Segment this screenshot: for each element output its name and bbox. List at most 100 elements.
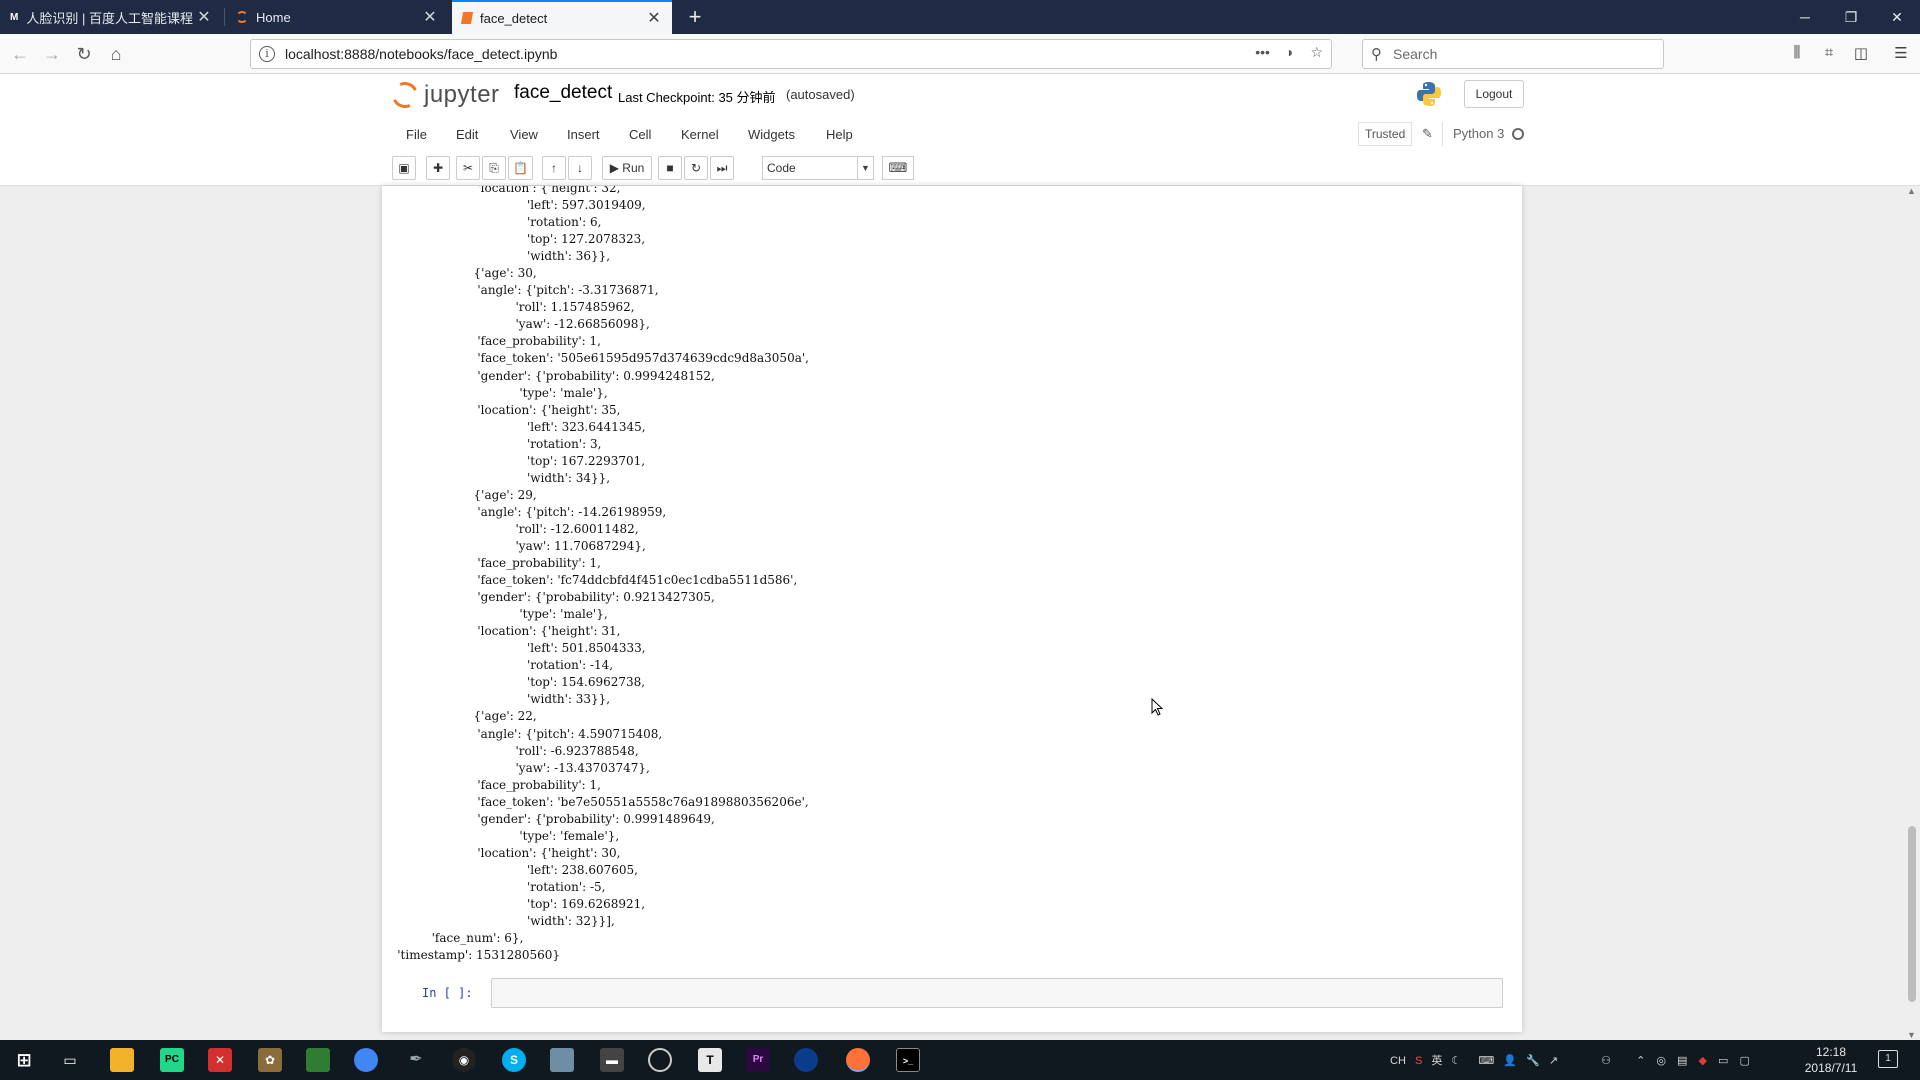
notepad-icon[interactable] (306, 1048, 330, 1072)
network-icon[interactable]: ▢ (1739, 1055, 1749, 1067)
copy-icon[interactable]: ⎘ (482, 156, 506, 180)
new-tab-button[interactable]: + (680, 2, 710, 32)
menu-kernel[interactable]: Kernel (681, 127, 719, 142)
output-line: 'roll': -12.60011482, (382, 521, 639, 536)
cell-type-value: Code (767, 161, 796, 175)
menu-icon[interactable]: ☰ (1890, 44, 1912, 66)
reload-icon[interactable]: ↻ (70, 40, 98, 68)
notebook-name[interactable]: face_detect (514, 82, 612, 104)
sublime-icon[interactable] (550, 1048, 574, 1072)
run-button[interactable]: ▶ Run (602, 156, 652, 180)
move-up-icon[interactable]: ↑ (542, 156, 566, 180)
restart-icon[interactable]: ↻ (684, 156, 708, 180)
jupyter-logo-icon (388, 78, 422, 112)
home-icon[interactable]: ⌂ (102, 40, 130, 68)
pycharm-icon[interactable]: PC (160, 1048, 184, 1072)
forward-icon[interactable]: → (38, 40, 66, 68)
qq-icon[interactable]: ◉ (452, 1048, 476, 1072)
url-text[interactable]: localhost:8888/notebooks/face_detect.ipy… (285, 46, 557, 62)
keyboard-tray-icon[interactable]: ⌨ (1478, 1055, 1494, 1067)
pen-icon[interactable]: ✒ (404, 1048, 428, 1072)
typora-icon[interactable]: T (698, 1048, 722, 1072)
interrupt-icon[interactable]: ■ (658, 156, 682, 180)
red-app-icon[interactable]: ◆ (1698, 1055, 1706, 1067)
move-down-icon[interactable]: ↓ (568, 156, 592, 180)
sidebar-icon[interactable]: ◫ (1850, 44, 1872, 66)
library-icon[interactable]: ⫼ (1786, 44, 1808, 66)
obs-icon[interactable] (648, 1048, 672, 1072)
chrome-icon[interactable] (354, 1048, 378, 1072)
restart-run-all-icon[interactable]: ⏭ (710, 156, 734, 180)
back-icon[interactable]: ← (6, 40, 34, 68)
output-line: {'age': 29, (382, 487, 537, 502)
app-icon[interactable]: ✿ (258, 1048, 282, 1072)
task-view-icon[interactable]: ▭ (58, 1048, 82, 1072)
firefox-icon[interactable] (846, 1048, 870, 1072)
xmind-icon[interactable]: ✕ (208, 1048, 232, 1072)
user-icon[interactable]: 👤 (1503, 1055, 1517, 1067)
tab-close-icon[interactable]: ✕ (646, 8, 662, 28)
jupyter-logo[interactable]: jupyter (388, 78, 500, 112)
browser-icon[interactable] (794, 1048, 818, 1072)
code-input-cell[interactable] (491, 978, 1503, 1008)
people-icon[interactable]: ⚇ (1601, 1055, 1611, 1067)
output-line: {'age': 22, (382, 709, 537, 724)
tray-app-icon[interactable]: ◎ (1656, 1055, 1666, 1067)
minimize-icon[interactable]: ─ (1782, 0, 1828, 34)
menu-help[interactable]: Help (826, 127, 853, 142)
scroll-down-icon[interactable]: ▼ (1907, 1030, 1916, 1040)
save-icon[interactable]: ▣ (392, 156, 416, 180)
display-icon[interactable]: ▤ (1677, 1055, 1687, 1067)
show-hidden-icon[interactable]: ⌃ (1636, 1055, 1645, 1067)
menu-view[interactable]: View (510, 127, 538, 142)
cell-type-select[interactable]: Code ▼ (762, 156, 874, 180)
clock[interactable]: 12:18 2018/7/11 (1796, 1044, 1866, 1076)
close-window-icon[interactable]: ✕ (1874, 0, 1920, 34)
trusted-indicator[interactable]: Trusted (1358, 122, 1413, 146)
tab-baidu-course[interactable]: M 人脸识别 | 百度人工智能课程 ✕ (0, 0, 222, 34)
scrollbar-thumb[interactable] (1908, 826, 1916, 1002)
cut-icon[interactable]: ✂ (456, 156, 480, 180)
tab-face-detect[interactable]: face_detect ✕ (452, 0, 672, 34)
paste-icon[interactable]: 📋 (508, 156, 533, 180)
moon-icon[interactable]: ☾ (1451, 1055, 1461, 1067)
output-line: 'type': 'male'}, (382, 607, 608, 622)
menu-edit[interactable]: Edit (456, 127, 478, 142)
menu-insert[interactable]: Insert (567, 127, 600, 142)
windows-start-icon[interactable]: ⊞ (12, 1048, 36, 1072)
keyboard-icon[interactable]: ⌨ (882, 156, 914, 180)
menu-file[interactable]: File (406, 127, 427, 142)
search-bar[interactable]: ⚲ Search (1362, 39, 1664, 69)
scroll-up-icon[interactable]: ▲ (1907, 186, 1916, 196)
tab-home[interactable]: Home ✕ (226, 0, 448, 34)
battery-icon[interactable]: ▭ (1718, 1055, 1728, 1067)
sogou-icon[interactable]: S (1415, 1055, 1422, 1067)
share-icon[interactable]: ↗ (1549, 1055, 1558, 1067)
screenshot-icon[interactable]: ⌗ (1818, 44, 1840, 66)
logout-button[interactable]: Logout (1464, 80, 1524, 108)
file-explorer-icon[interactable] (110, 1048, 134, 1072)
url-bar[interactable]: i localhost:8888/notebooks/face_detect.i… (250, 39, 1332, 69)
insert-cell-icon[interactable]: ✚ (426, 156, 450, 180)
output-line: 'face_token': 'be7e50551a5558c76a9189880… (382, 794, 809, 809)
pocket-icon[interactable]: ◗ (1286, 44, 1294, 61)
skype-icon[interactable]: S (502, 1048, 526, 1072)
tab-close-icon[interactable]: ✕ (196, 7, 212, 27)
tab-close-icon[interactable]: ✕ (422, 7, 438, 27)
bookmark-star-icon[interactable]: ☆ (1310, 44, 1323, 61)
menu-widgets[interactable]: Widgets (748, 127, 795, 142)
notification-icon[interactable]: 1 (1878, 1050, 1898, 1068)
output-line: 'left': 501.8504333, (382, 641, 646, 656)
info-icon[interactable]: i (259, 46, 275, 62)
premiere-icon[interactable]: Pr (746, 1048, 770, 1072)
wrench-icon[interactable]: 🔧 (1526, 1055, 1540, 1067)
cmd-icon[interactable]: >_ (896, 1048, 920, 1072)
menu-cell[interactable]: Cell (629, 127, 651, 142)
page-actions-icon[interactable]: ••• (1255, 44, 1270, 61)
terminal-window-icon[interactable]: ▬ (600, 1048, 624, 1072)
page-scrollbar[interactable]: ▲ ▼ (1904, 186, 1920, 1040)
jupyter-favicon-icon (236, 11, 248, 23)
restore-icon[interactable]: ❐ (1828, 0, 1874, 34)
ime-language[interactable]: 英 (1431, 1055, 1442, 1067)
ime-indicator[interactable]: CH (1390, 1055, 1406, 1067)
